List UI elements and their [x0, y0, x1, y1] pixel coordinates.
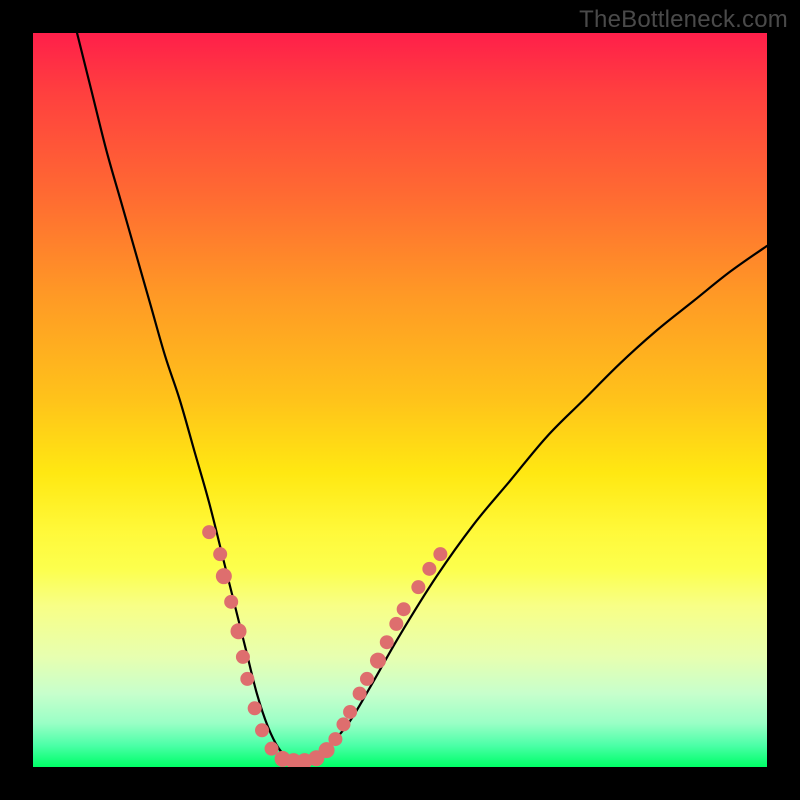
highlight-dot	[360, 672, 374, 686]
highlight-dot	[224, 595, 238, 609]
bottleneck-curve	[77, 33, 767, 763]
watermark-label: TheBottleneck.com	[579, 6, 788, 34]
highlight-dot	[380, 635, 394, 649]
chart-frame: TheBottleneck.com	[0, 0, 800, 800]
highlight-dot	[336, 717, 350, 731]
highlight-dot	[328, 732, 342, 746]
highlight-dot	[422, 562, 436, 576]
highlight-dot	[202, 525, 216, 539]
highlight-dot	[231, 623, 247, 639]
highlight-dot	[248, 701, 262, 715]
highlight-dot	[389, 617, 403, 631]
highlighted-points-group	[202, 525, 447, 767]
highlight-dot	[353, 687, 367, 701]
highlight-dot	[216, 568, 232, 584]
highlight-dot	[370, 653, 386, 669]
highlight-dot	[265, 742, 279, 756]
highlight-dot	[397, 602, 411, 616]
highlight-dot	[411, 580, 425, 594]
highlight-dot	[433, 547, 447, 561]
highlight-dot	[213, 547, 227, 561]
highlight-dot	[343, 705, 357, 719]
bottleneck-chart	[33, 33, 767, 767]
highlight-dot	[236, 650, 250, 664]
highlight-dot	[255, 723, 269, 737]
highlight-dot	[240, 672, 254, 686]
